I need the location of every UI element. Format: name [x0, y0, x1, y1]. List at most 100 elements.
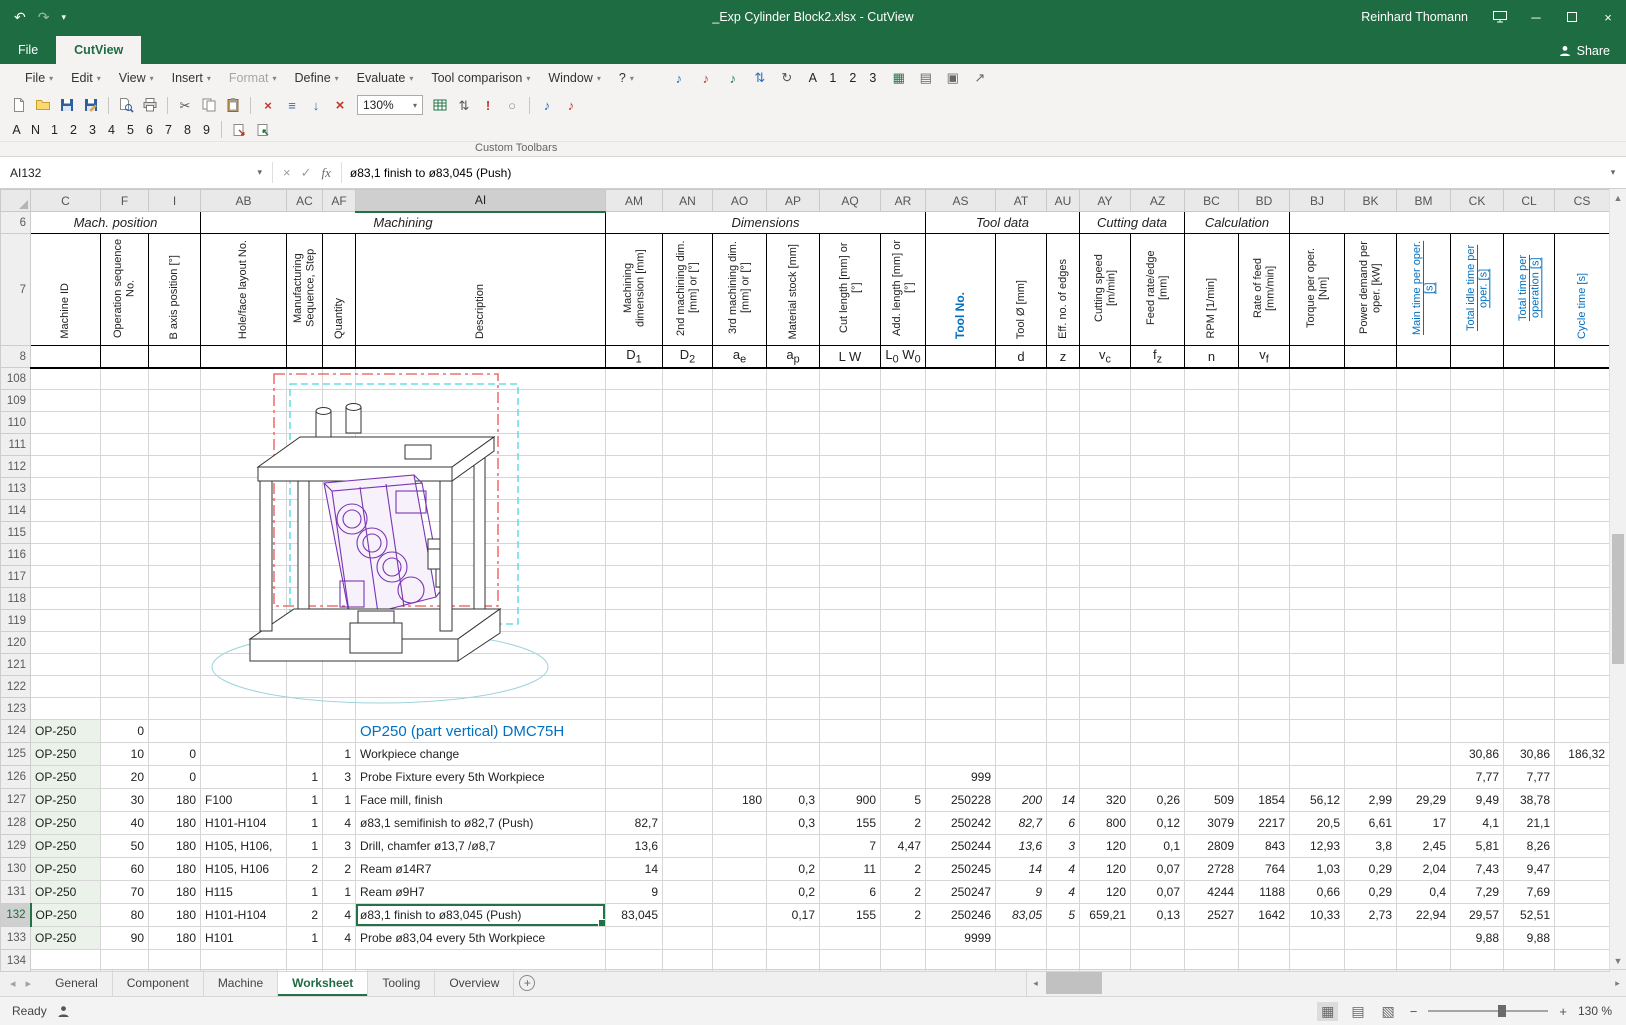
cell-AI126[interactable]: Probe Fixture every 5th Workpiece: [356, 766, 606, 789]
cell-AS126[interactable]: 999: [926, 766, 996, 789]
cell-AU131[interactable]: 4: [1047, 881, 1080, 904]
cell-AQ120[interactable]: [820, 632, 881, 654]
cell-AN115[interactable]: [663, 522, 713, 544]
cell-AQ128[interactable]: 155: [820, 812, 881, 835]
cell-AZ125[interactable]: [1131, 743, 1185, 766]
cell-BK134[interactable]: [1345, 950, 1397, 972]
horizontal-scroll-thumb[interactable]: [1046, 972, 1102, 994]
cell-BM130[interactable]: 2,04: [1397, 858, 1451, 881]
column-header-BM[interactable]: BM: [1397, 190, 1451, 212]
cell-AZ127[interactable]: 0,26: [1131, 789, 1185, 812]
cell-AT113[interactable]: [996, 478, 1047, 500]
cell-F123[interactable]: [101, 698, 149, 720]
new-sheet-button[interactable]: +: [514, 970, 540, 996]
cell-CK123[interactable]: [1451, 698, 1504, 720]
cell-AO126[interactable]: [713, 766, 767, 789]
cell-AO122[interactable]: [713, 676, 767, 698]
cell-AM132[interactable]: 83,045: [606, 904, 663, 927]
cell-AS117[interactable]: [926, 566, 996, 588]
cell-AZ117[interactable]: [1131, 566, 1185, 588]
cell-I125[interactable]: 0: [149, 743, 201, 766]
cell-BM127[interactable]: 29,29: [1397, 789, 1451, 812]
cell-CL111[interactable]: [1504, 434, 1555, 456]
cell-I130[interactable]: 180: [149, 858, 201, 881]
cell-BC124[interactable]: [1185, 720, 1239, 743]
cell-AR133[interactable]: [881, 927, 926, 950]
cell-BD117[interactable]: [1239, 566, 1290, 588]
cell-AM121[interactable]: [606, 654, 663, 676]
cell-C116[interactable]: [31, 544, 101, 566]
cell-AP130[interactable]: 0,2: [767, 858, 820, 881]
cell-BC120[interactable]: [1185, 632, 1239, 654]
cell-CK118[interactable]: [1451, 588, 1504, 610]
cell-AT124[interactable]: [996, 720, 1047, 743]
cell-BC112[interactable]: [1185, 456, 1239, 478]
cell-I110[interactable]: [149, 412, 201, 434]
cell-C125[interactable]: OP-250: [31, 743, 101, 766]
cell-AN125[interactable]: [663, 743, 713, 766]
cell-AC126[interactable]: 1: [287, 766, 323, 789]
open-file-icon[interactable]: [32, 94, 54, 116]
cell-BD132[interactable]: 1642: [1239, 904, 1290, 927]
cell-AM116[interactable]: [606, 544, 663, 566]
cell-F124[interactable]: 0: [101, 720, 149, 743]
cell-BC132[interactable]: 2527: [1185, 904, 1239, 927]
cell-AO108[interactable]: [713, 368, 767, 390]
cell-AU132[interactable]: 5: [1047, 904, 1080, 927]
cell-AT117[interactable]: [996, 566, 1047, 588]
cell-AN133[interactable]: [663, 927, 713, 950]
cell-AU111[interactable]: [1047, 434, 1080, 456]
cell-AF125[interactable]: 1: [323, 743, 356, 766]
cell-AY132[interactable]: 659,21: [1080, 904, 1131, 927]
row-header-115[interactable]: 115: [1, 522, 31, 544]
column-header-CL[interactable]: CL: [1504, 190, 1555, 212]
row-header-125[interactable]: 125: [1, 743, 31, 766]
expand-formula-bar-icon[interactable]: ▾: [1600, 157, 1626, 188]
cell-C114[interactable]: [31, 500, 101, 522]
cell-I118[interactable]: [149, 588, 201, 610]
cell-AY115[interactable]: [1080, 522, 1131, 544]
cell-AS116[interactable]: [926, 544, 996, 566]
cell-AS114[interactable]: [926, 500, 996, 522]
next-sheet-icon[interactable]: ▸: [26, 977, 32, 990]
cell-AZ108[interactable]: [1131, 368, 1185, 390]
cell-AY121[interactable]: [1080, 654, 1131, 676]
cell-CK115[interactable]: [1451, 522, 1504, 544]
cell-AP111[interactable]: [767, 434, 820, 456]
cell-BC126[interactable]: [1185, 766, 1239, 789]
cell-AB125[interactable]: [201, 743, 287, 766]
cell-F129[interactable]: 50: [101, 835, 149, 858]
cell-AY124[interactable]: [1080, 720, 1131, 743]
cell-AP131[interactable]: 0,2: [767, 881, 820, 904]
cell-C111[interactable]: [31, 434, 101, 456]
cell-CL133[interactable]: 9,88: [1504, 927, 1555, 950]
cell-CK114[interactable]: [1451, 500, 1504, 522]
cell-I111[interactable]: [149, 434, 201, 456]
column-header-BC[interactable]: BC: [1185, 190, 1239, 212]
cell-AP115[interactable]: [767, 522, 820, 544]
cell-AR116[interactable]: [881, 544, 926, 566]
cell-AI125[interactable]: Workpiece change: [356, 743, 606, 766]
cell-C123[interactable]: [31, 698, 101, 720]
cell-BD110[interactable]: [1239, 412, 1290, 434]
row-header-128[interactable]: 128: [1, 812, 31, 835]
cell-AZ123[interactable]: [1131, 698, 1185, 720]
cell-AN130[interactable]: [663, 858, 713, 881]
cell-AB134[interactable]: [201, 950, 287, 972]
cell-BM109[interactable]: [1397, 390, 1451, 412]
cell-AZ121[interactable]: [1131, 654, 1185, 676]
cell-AU110[interactable]: [1047, 412, 1080, 434]
cell-CK127[interactable]: 9,49: [1451, 789, 1504, 812]
cell-F117[interactable]: [101, 566, 149, 588]
cell-AN122[interactable]: [663, 676, 713, 698]
cell-AO133[interactable]: [713, 927, 767, 950]
close-button[interactable]: ×: [1590, 0, 1626, 34]
paste-icon[interactable]: [222, 94, 244, 116]
toolbar-button-9[interactable]: 9: [198, 121, 215, 139]
cell-AO127[interactable]: 180: [713, 789, 767, 812]
cell-AO121[interactable]: [713, 654, 767, 676]
page-break-view-icon[interactable]: ▧: [1378, 1002, 1399, 1021]
cut-icon[interactable]: ✂: [174, 94, 196, 116]
cell-AQ130[interactable]: 11: [820, 858, 881, 881]
nc-sequence-blue-icon[interactable]: ♪: [669, 68, 689, 88]
